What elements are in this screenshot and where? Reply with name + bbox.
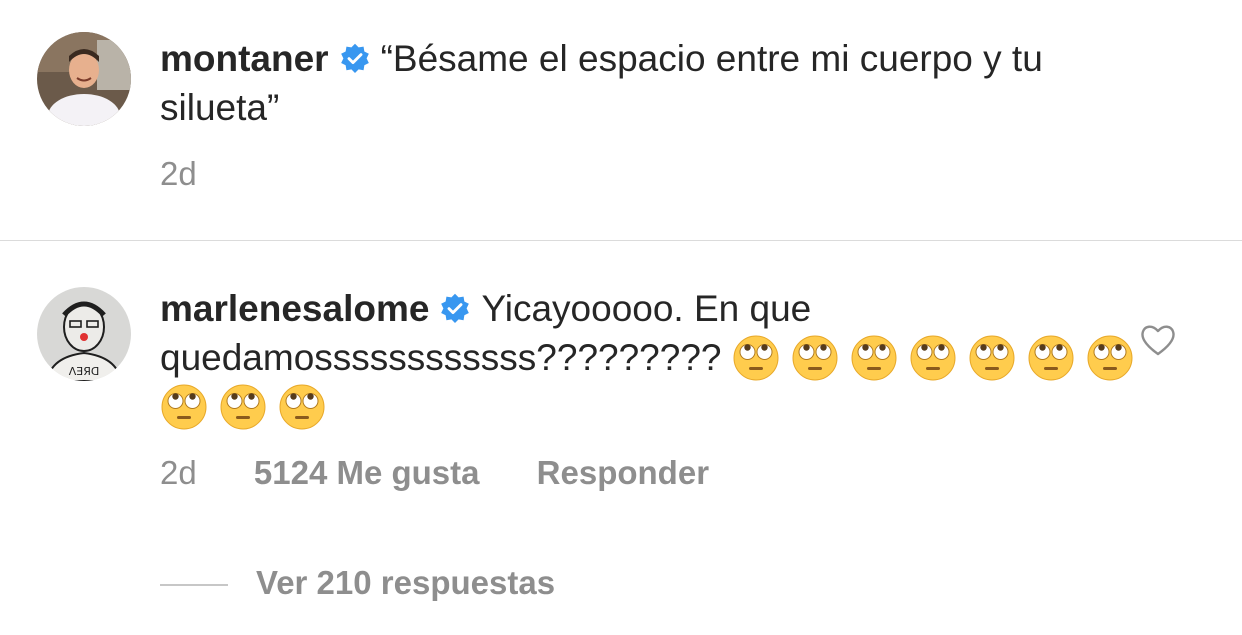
rolling-eyes-emoji-icon — [792, 335, 838, 381]
comment-meta: 2d — [160, 155, 197, 193]
comment-text-block: montaner “Bésame el espacio entre mi cue… — [160, 34, 1160, 132]
timestamp: 2d — [160, 155, 197, 192]
svg-text:ɅƎЯᗡ: ɅƎЯᗡ — [69, 365, 100, 378]
avatar[interactable] — [37, 32, 131, 126]
comments-panel: montaner “Bésame el espacio entre mi cue… — [0, 0, 1242, 635]
avatar[interactable]: ɅƎЯᗡ — [37, 287, 131, 381]
view-replies-button[interactable]: Ver 210 respuestas — [160, 564, 555, 602]
avatar-man-icon — [37, 32, 131, 126]
reply-button[interactable]: Responder — [537, 454, 709, 491]
rolling-eyes-emoji-icon — [851, 335, 897, 381]
timestamp: 2d — [160, 454, 197, 491]
avatar-sketch-icon: ɅƎЯᗡ — [37, 287, 131, 381]
verified-badge-icon — [340, 43, 369, 73]
view-replies-label: Ver 210 respuestas — [256, 564, 556, 601]
rolling-eyes-emoji-icon — [910, 335, 956, 381]
verified-badge-icon — [441, 293, 470, 323]
likes-count[interactable]: 5124 Me gusta — [254, 454, 480, 491]
username[interactable]: marlenesalome — [160, 288, 429, 329]
replies-line — [160, 584, 228, 587]
rolling-eyes-emoji-icon — [1028, 335, 1074, 381]
rolling-eyes-emoji-icon — [1087, 335, 1133, 381]
rolling-eyes-emoji-icon — [279, 384, 325, 430]
rolling-eyes-emoji-icon — [969, 335, 1015, 381]
rolling-eyes-emoji-icon — [733, 335, 779, 381]
username[interactable]: montaner — [160, 38, 329, 79]
rolling-eyes-emoji-icon — [161, 384, 207, 430]
comment-text-block: marlenesalome Yicayooooo. En que quedamo… — [160, 284, 1160, 431]
comment-divider — [0, 240, 1242, 241]
like-heart-icon[interactable] — [1140, 323, 1176, 357]
rolling-eyes-emoji-icon — [220, 384, 266, 430]
comment-meta: 2d 5124 Me gusta Responder — [160, 454, 709, 492]
